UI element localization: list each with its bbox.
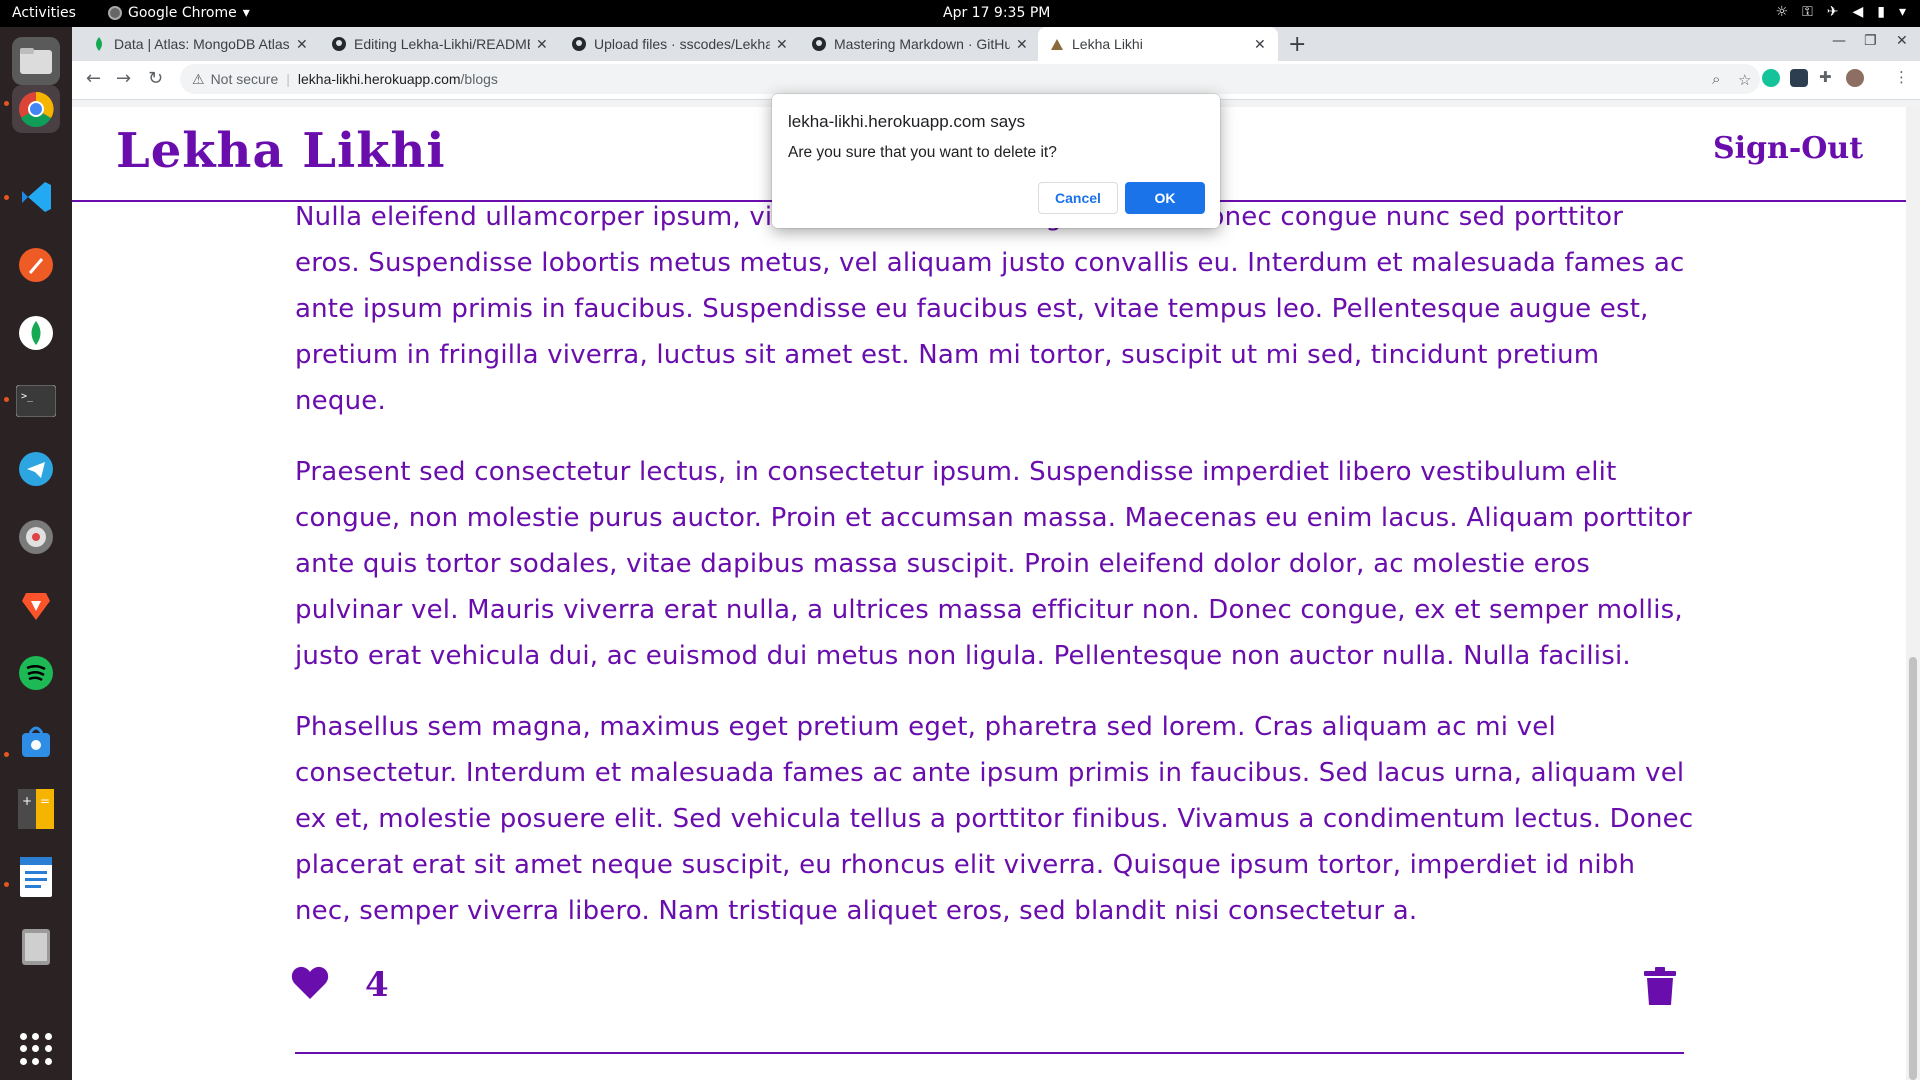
app-menu[interactable]: Google Chrome ▾ (108, 5, 250, 21)
svg-text:=: = (40, 794, 50, 808)
postman-icon[interactable] (12, 241, 60, 289)
close-tab-icon[interactable]: ✕ (1254, 36, 1266, 53)
tab-title: Mastering Markdown · GitHub (834, 36, 1010, 52)
security-label[interactable]: Not secure (211, 71, 279, 87)
url-path: /blogs (460, 71, 498, 87)
running-indicator (4, 752, 9, 757)
page-scrollbar[interactable] (1906, 107, 1920, 1080)
dialog-message: Are you sure that you want to delete it? (788, 144, 1057, 161)
close-tab-icon[interactable]: ✕ (536, 36, 548, 53)
new-tab-icon[interactable]: + (1288, 32, 1306, 57)
reload-icon[interactable]: ↻ (148, 68, 163, 89)
battery-icon[interactable]: ▮ (1877, 4, 1885, 20)
close-tab-icon[interactable]: ✕ (1016, 36, 1028, 53)
bookmark-star-icon[interactable]: ☆ (1738, 71, 1751, 89)
network-icon[interactable]: ⚿ (1802, 4, 1813, 20)
tab-mastering-markdown[interactable]: Mastering Markdown · GitHub ✕ (800, 27, 1032, 61)
warning-icon[interactable]: ⚠ (192, 71, 205, 88)
blog-paragraph: Phasellus sem magna, maximus eget pretiu… (295, 712, 1694, 926)
tab-editing-readme[interactable]: Editing Lekha-Likhi/README ✕ (320, 27, 552, 61)
blog-paragraph: Nulla eleifend ullamcorper ipsum, vitae … (295, 202, 1685, 416)
profile-avatar[interactable] (1846, 69, 1864, 87)
extension-icon[interactable] (1790, 69, 1808, 87)
like-section: 4 (290, 965, 389, 1005)
clock[interactable]: Apr 17 9:35 PM (943, 5, 1050, 21)
delete-trash-icon[interactable] (1644, 967, 1676, 1009)
brightness-icon[interactable]: ☼ (1776, 4, 1789, 20)
sign-out-link[interactable]: Sign-Out (1713, 131, 1863, 166)
brave-icon[interactable] (12, 581, 60, 629)
dialog-origin: lekha-likhi.herokuapp.com says (788, 112, 1026, 131)
blog-paragraph: Praesent sed consectetur lectus, in cons… (295, 457, 1692, 671)
app-menu-label: Google Chrome (128, 5, 237, 21)
calculator-icon[interactable]: + = (12, 785, 60, 833)
writer-icon[interactable] (12, 853, 60, 901)
like-count: 4 (365, 965, 389, 1005)
page-viewport: Lekha Likhi Sign-Out Nulla eleifend ulla… (72, 107, 1920, 1080)
airplane-icon[interactable]: ✈ (1827, 4, 1839, 20)
vscode-icon[interactable] (12, 173, 60, 221)
post-divider (295, 1052, 1684, 1054)
chrome-small-icon (108, 6, 122, 20)
site-brand[interactable]: Lekha Likhi (116, 123, 446, 179)
zoom-icon[interactable]: ⌕ (1712, 71, 1720, 88)
extensions-puzzle-icon[interactable]: ✚ (1819, 68, 1832, 86)
svg-text:+: + (22, 794, 32, 808)
tab-strip: Data | Atlas: MongoDB Atlas ✕ Editing Le… (72, 27, 1920, 61)
ok-button[interactable]: OK (1125, 182, 1205, 214)
close-tab-icon[interactable]: ✕ (776, 36, 788, 53)
software-center-icon[interactable] (12, 717, 60, 765)
running-indicator (4, 195, 9, 200)
close-window-icon[interactable]: ✕ (1896, 33, 1908, 49)
chrome-icon[interactable] (12, 85, 60, 133)
dock: >_ + = (0, 27, 72, 1080)
cancel-button[interactable]: Cancel (1038, 182, 1118, 214)
tab-title: Data | Atlas: MongoDB Atlas (114, 36, 290, 52)
running-indicator (4, 882, 9, 887)
confirm-dialog: lekha-likhi.herokuapp.com says Are you s… (772, 94, 1220, 228)
mongodb-compass-icon[interactable] (12, 309, 60, 357)
files-icon[interactable] (12, 37, 60, 85)
minimize-icon[interactable]: — (1832, 33, 1846, 49)
url-host: lekha-likhi.herokuapp.com (297, 71, 461, 87)
site-icon (1050, 37, 1064, 51)
caret-down-icon: ▾ (242, 5, 250, 21)
power-menu-icon[interactable]: ▾ (1899, 4, 1906, 20)
activities-button[interactable]: Activities (12, 5, 76, 21)
blog-body: Nulla eleifend ullamcorper ipsum, vitae … (295, 194, 1695, 959)
svg-text:>_: >_ (21, 391, 34, 402)
tab-title: Lekha Likhi (1072, 36, 1143, 52)
grammarly-extension-icon[interactable] (1762, 69, 1780, 87)
system-tray[interactable]: ☼ ⚿ ✈ ◀ ▮ ▾ (1776, 4, 1906, 20)
heart-icon[interactable] (290, 965, 330, 1005)
tab-upload-files[interactable]: Upload files · sscodes/Lekha ✕ (560, 27, 792, 61)
trash-app-icon[interactable] (12, 921, 60, 969)
terminal-icon[interactable]: >_ (12, 377, 60, 425)
mongodb-leaf-icon (92, 37, 106, 51)
restore-icon[interactable]: ❐ (1864, 33, 1877, 49)
tab-mongodb-atlas[interactable]: Data | Atlas: MongoDB Atlas ✕ (80, 27, 312, 61)
system-top-bar: Activities Google Chrome ▾ Apr 17 9:35 P… (0, 0, 1920, 27)
github-icon (332, 37, 346, 51)
scrollbar-thumb[interactable] (1909, 657, 1917, 1080)
github-icon (812, 37, 826, 51)
divider: | (286, 71, 290, 87)
telegram-icon[interactable] (12, 445, 60, 493)
spotify-icon[interactable] (12, 649, 60, 697)
address-bar[interactable]: ⚠ Not secure | lekha-likhi.herokuapp.com… (180, 64, 1760, 94)
tab-title: Editing Lekha-Likhi/README (354, 36, 530, 52)
menu-kebab-icon[interactable]: ⋮ (1894, 68, 1909, 86)
running-indicator (4, 101, 9, 106)
tab-lekha-likhi[interactable]: Lekha Likhi ✕ (1038, 27, 1278, 61)
show-apps-icon[interactable] (20, 1033, 52, 1065)
app-icon[interactable] (12, 513, 60, 561)
running-indicator (4, 397, 9, 402)
back-icon[interactable]: ← (86, 68, 101, 89)
volume-icon[interactable]: ◀ (1852, 4, 1863, 20)
github-icon (572, 37, 586, 51)
close-tab-icon[interactable]: ✕ (296, 36, 308, 53)
forward-icon[interactable]: → (116, 68, 131, 89)
tab-title: Upload files · sscodes/Lekha (594, 36, 770, 52)
